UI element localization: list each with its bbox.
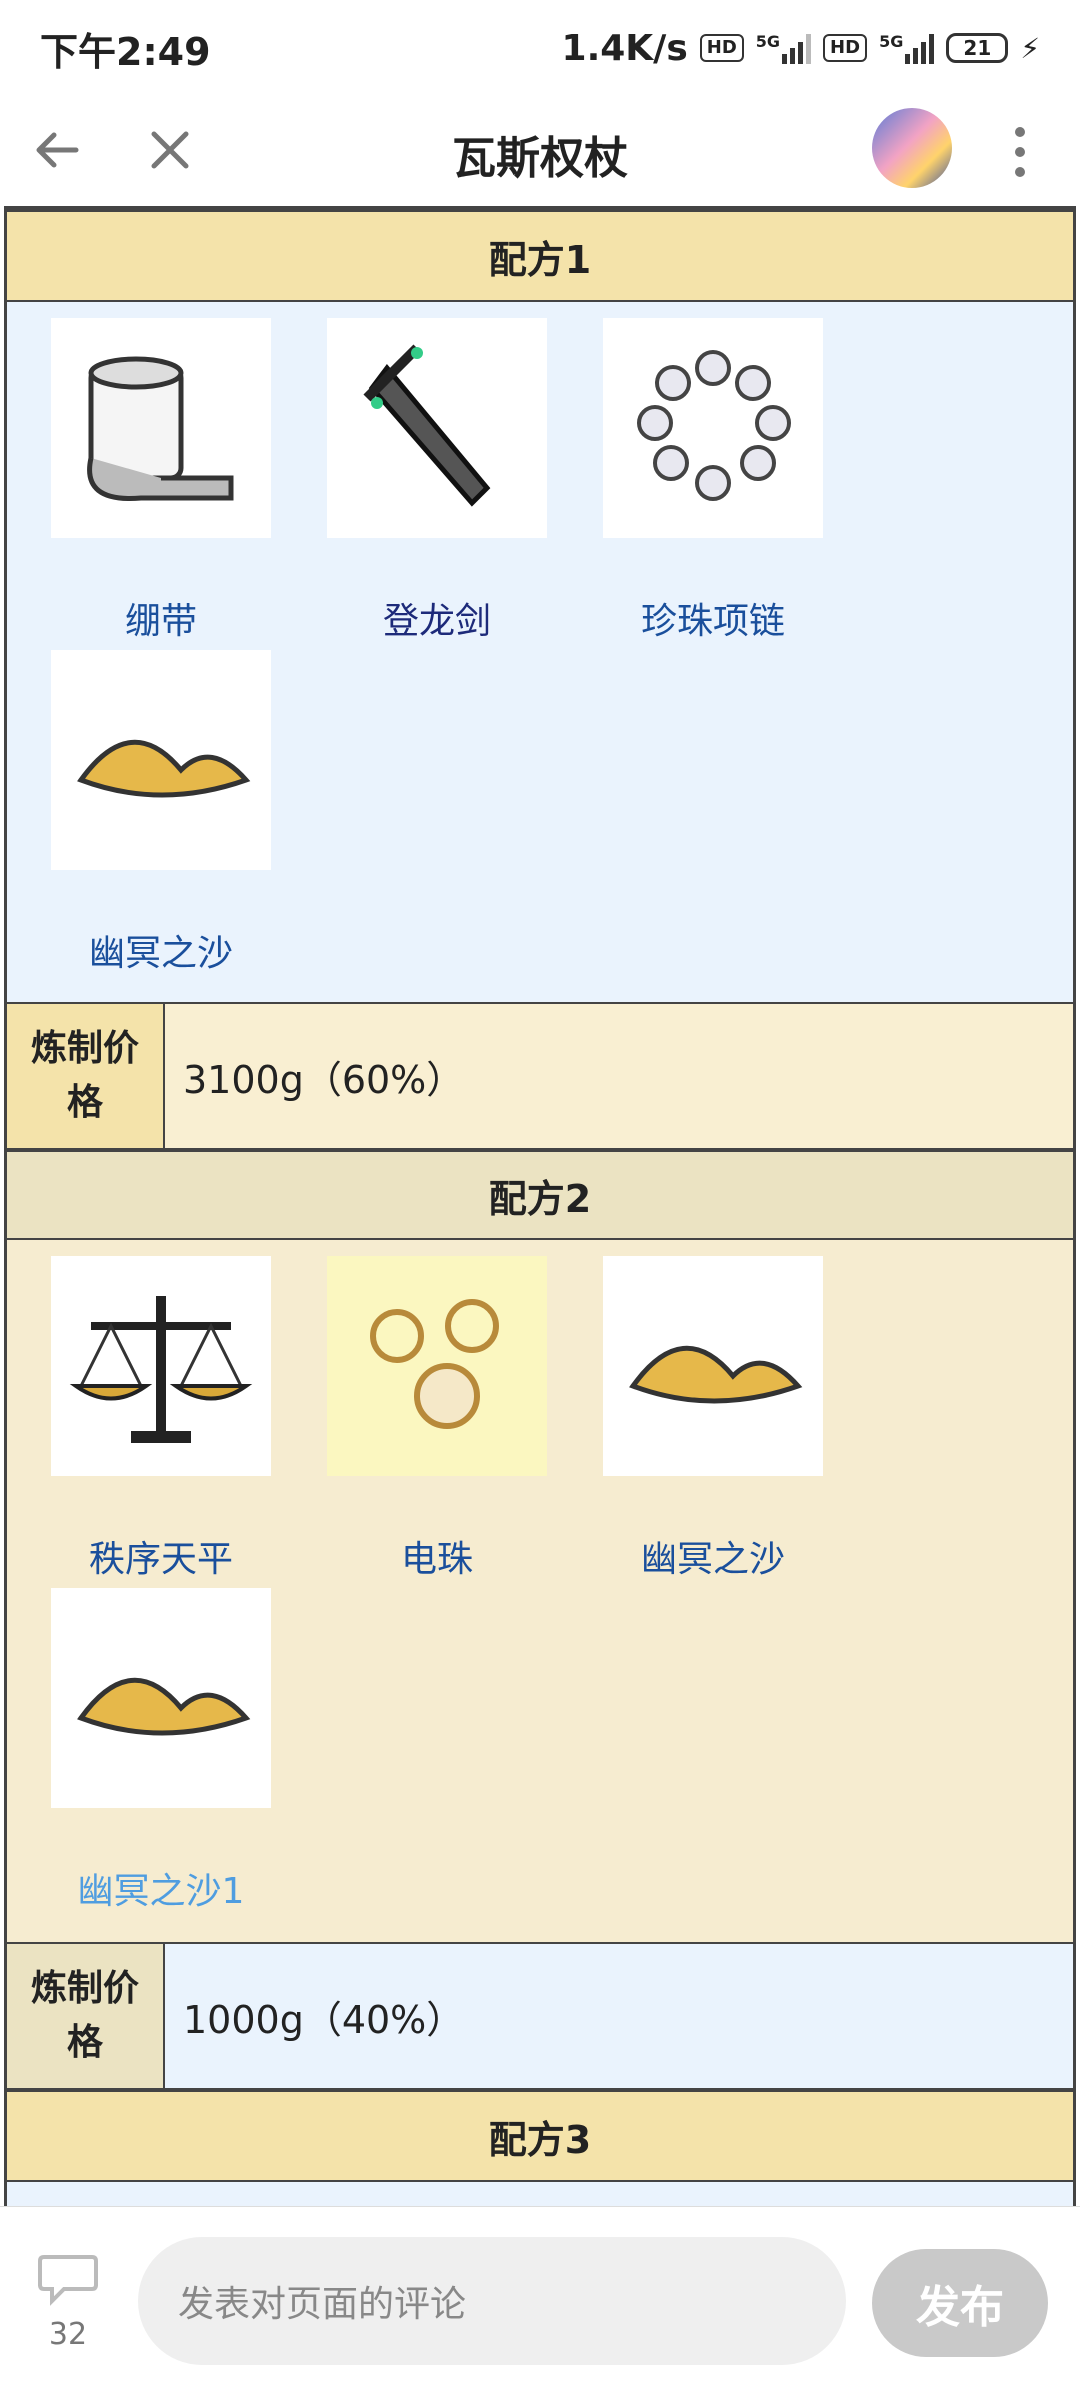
signal-icon-2: 5G bbox=[879, 32, 935, 64]
sand-icon bbox=[603, 1256, 823, 1476]
signal-icon-1: 5G bbox=[755, 32, 812, 64]
item-nether-sand-2[interactable] bbox=[603, 1256, 823, 1476]
recipe-3-items bbox=[7, 2182, 1073, 2206]
item-nether-sand-2-label[interactable]: 幽冥之沙 bbox=[573, 1530, 853, 1582]
comment-bubble-icon bbox=[38, 2255, 98, 2306]
recipe-1-header: 配方1 bbox=[7, 210, 1073, 302]
comment-input[interactable]: 发表对页面的评论 bbox=[138, 2237, 846, 2365]
sword-icon bbox=[327, 318, 547, 538]
net-label-2: 5G bbox=[879, 32, 904, 51]
recipe-3-header: 配方3 bbox=[7, 2090, 1073, 2182]
item-bandage-label[interactable]: 绷带 bbox=[21, 592, 301, 644]
item-nether-sand[interactable] bbox=[51, 650, 271, 870]
recipe-3-title: 配方3 bbox=[488, 2117, 592, 2162]
item-sword[interactable] bbox=[327, 318, 547, 538]
publish-button[interactable]: 发布 bbox=[872, 2249, 1048, 2357]
avatar[interactable] bbox=[872, 108, 952, 188]
recipe-1-title: 配方1 bbox=[488, 237, 592, 282]
scale-icon bbox=[51, 1256, 271, 1476]
item-pearl-necklace[interactable] bbox=[603, 318, 823, 538]
status-time: 下午2:49 bbox=[40, 29, 211, 74]
item-nether-sand-3[interactable] bbox=[51, 1588, 271, 1808]
bandage-icon bbox=[51, 318, 271, 538]
more-options-icon[interactable] bbox=[1000, 124, 1040, 180]
price-label: 炼制价格 bbox=[7, 1004, 165, 1148]
item-sword-label[interactable]: 登龙剑 bbox=[297, 592, 577, 644]
comment-bar: 32 发表对页面的评论 发布 bbox=[0, 2206, 1080, 2400]
item-electric-orb[interactable] bbox=[327, 1256, 547, 1476]
item-electric-orb-label[interactable]: 电珠 bbox=[297, 1530, 577, 1582]
recipe-2-title: 配方2 bbox=[488, 1176, 592, 1221]
status-bar: 下午2:49 1.4K/s HD 5G HD 5G 21 ⚡ bbox=[0, 0, 1080, 96]
item-order-scale[interactable] bbox=[51, 1256, 271, 1476]
network-speed: 1.4K/s bbox=[561, 27, 688, 69]
comment-count-button[interactable]: 32 bbox=[28, 2251, 108, 2361]
app-bar: 瓦斯权杖 bbox=[0, 96, 1080, 206]
hd-badge-1: HD bbox=[699, 34, 744, 62]
item-nether-sand-label[interactable]: 幽冥之沙 bbox=[21, 924, 301, 976]
price-value: 3100g（60%） bbox=[183, 1057, 465, 1102]
sand-icon bbox=[51, 1588, 271, 1808]
comment-count: 32 bbox=[48, 2317, 88, 2352]
sand-icon bbox=[51, 650, 271, 870]
price-label-text: 炼制价格 bbox=[30, 1968, 139, 2063]
battery-icon: 21 bbox=[946, 33, 1009, 63]
recipe-1-price-row: 炼制价格 3100g（60%） bbox=[7, 1002, 1073, 1150]
item-bandage[interactable] bbox=[51, 318, 271, 538]
recipe-1-items: 绷带 登龙剑 珍珠项链 幽冥之沙 bbox=[7, 302, 1073, 1002]
price-value: 1000g（40%） bbox=[183, 1997, 465, 2042]
recipe-table: 配方1 绷带 登龙剑 珍珠项链 幽冥之沙 炼制价格 3100g（60%） 配方2… bbox=[4, 206, 1076, 2206]
recipe-2-price-row: 炼制价格 1000g（40%） bbox=[7, 1942, 1073, 2090]
charging-icon: ⚡ bbox=[1020, 31, 1040, 65]
price-label-text: 炼制价格 bbox=[30, 1028, 139, 1123]
item-pearl-necklace-label[interactable]: 珍珠项链 bbox=[573, 592, 853, 644]
recipe-2-header: 配方2 bbox=[7, 1150, 1073, 1240]
status-icons: 1.4K/s HD 5G HD 5G 21 ⚡ bbox=[562, 28, 1040, 69]
recipe-2-items: 秩序天平 电珠 幽冥之沙 幽冥之沙1 bbox=[7, 1240, 1073, 1942]
price-label: 炼制价格 bbox=[7, 1944, 165, 2088]
net-label-1: 5G bbox=[755, 32, 781, 51]
pearl-necklace-icon bbox=[603, 318, 823, 538]
item-order-scale-label[interactable]: 秩序天平 bbox=[21, 1530, 301, 1582]
item-nether-sand-3-label[interactable]: 幽冥之沙1 bbox=[21, 1862, 301, 1914]
hd-badge-2: HD bbox=[823, 34, 868, 62]
electric-orb-icon bbox=[327, 1256, 547, 1476]
